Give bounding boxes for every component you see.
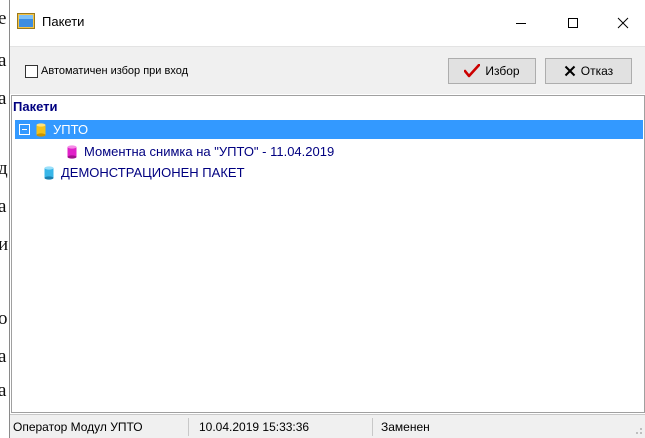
minimize-icon (516, 23, 526, 24)
toolbar: Автоматичен избор при вход Избор Отказ (10, 46, 645, 94)
tree-item-label: УПТО (53, 122, 89, 137)
status-separator (188, 418, 189, 436)
tree-item-label: ДЕМОНСТРАЦИОНЕН ПАКЕТ (61, 165, 245, 180)
background-text-char: и (0, 234, 9, 255)
status-operator: Оператор Модул УПТО (13, 420, 143, 434)
packages-tree[interactable]: Пакети УПТО Моментна снимка на "УПТО" - … (11, 95, 645, 413)
maximize-icon (568, 18, 578, 28)
select-button[interactable]: Избор (448, 58, 536, 84)
tree-header: Пакети (13, 99, 58, 114)
maximize-button[interactable] (550, 0, 596, 46)
status-bar: Оператор Модул УПТО 10.04.2019 15:33:36 … (10, 414, 645, 438)
cancel-button[interactable]: Отказ (545, 58, 632, 84)
background-text-char: а (0, 50, 7, 71)
cancel-button-label: Отказ (580, 64, 614, 78)
title-bar[interactable]: Пакети (10, 0, 645, 46)
status-separator (372, 418, 373, 436)
collapse-icon[interactable] (19, 124, 30, 135)
cross-icon (564, 65, 576, 77)
tree-item-snapshot[interactable]: Моментна снимка на "УПТО" - 11.04.2019 (67, 142, 334, 161)
background-text-char: о (0, 308, 8, 329)
background-text-char: е (0, 8, 7, 29)
select-button-label: Избор (485, 64, 520, 78)
background-text-char: д (0, 158, 8, 179)
minimize-button[interactable] (498, 0, 544, 46)
close-button[interactable] (600, 0, 645, 46)
tree-item-demo-package[interactable]: ДЕМОНСТРАЦИОНЕН ПАКЕТ (44, 163, 245, 182)
tree-item-label: Моментна снимка на "УПТО" - 11.04.2019 (84, 144, 335, 159)
database-yellow-icon (36, 122, 46, 137)
auto-select-label[interactable]: Автоматичен избор при вход (41, 65, 188, 77)
background-text-char: а (0, 196, 7, 217)
resize-grip-icon[interactable] (633, 425, 643, 435)
packages-window: Пакети Автоматичен избор при вход Избор … (9, 0, 645, 438)
window-title: Пакети (42, 14, 85, 29)
status-state: Заменен (381, 420, 430, 434)
status-datetime: 10.04.2019 15:33:36 (199, 420, 310, 434)
database-cyan-icon (44, 165, 54, 180)
database-pink-icon (67, 144, 77, 159)
background-text-char: а (0, 346, 7, 367)
tree-item-upto[interactable]: УПТО (15, 120, 643, 139)
close-icon (617, 17, 629, 29)
background-text-char: а (0, 88, 7, 109)
auto-select-checkbox[interactable] (25, 65, 38, 78)
app-icon (17, 13, 35, 29)
checkmark-icon (464, 64, 481, 78)
background-text-char: а (0, 380, 7, 401)
